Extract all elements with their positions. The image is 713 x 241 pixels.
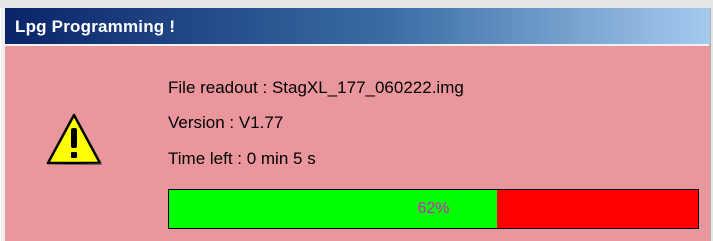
file-readout-text: File readout : StagXL_177_060222.img — [168, 78, 464, 97]
title-bar[interactable]: Lpg Programming ! — [5, 8, 710, 44]
version-text: Version : V1.77 — [168, 113, 284, 132]
warning-icon — [46, 113, 102, 165]
progress-percent-label: 62% — [417, 200, 450, 217]
time-left-text: Time left : 0 min 5 s — [168, 149, 316, 168]
progress-bar: 62% — [168, 189, 699, 229]
dialog-body: File readout : StagXL_177_060222.img Ver… — [5, 46, 710, 241]
lpg-programming-window: Lpg Programming ! File readout : StagXL_… — [0, 8, 711, 241]
window-title: Lpg Programming ! — [15, 17, 176, 36]
